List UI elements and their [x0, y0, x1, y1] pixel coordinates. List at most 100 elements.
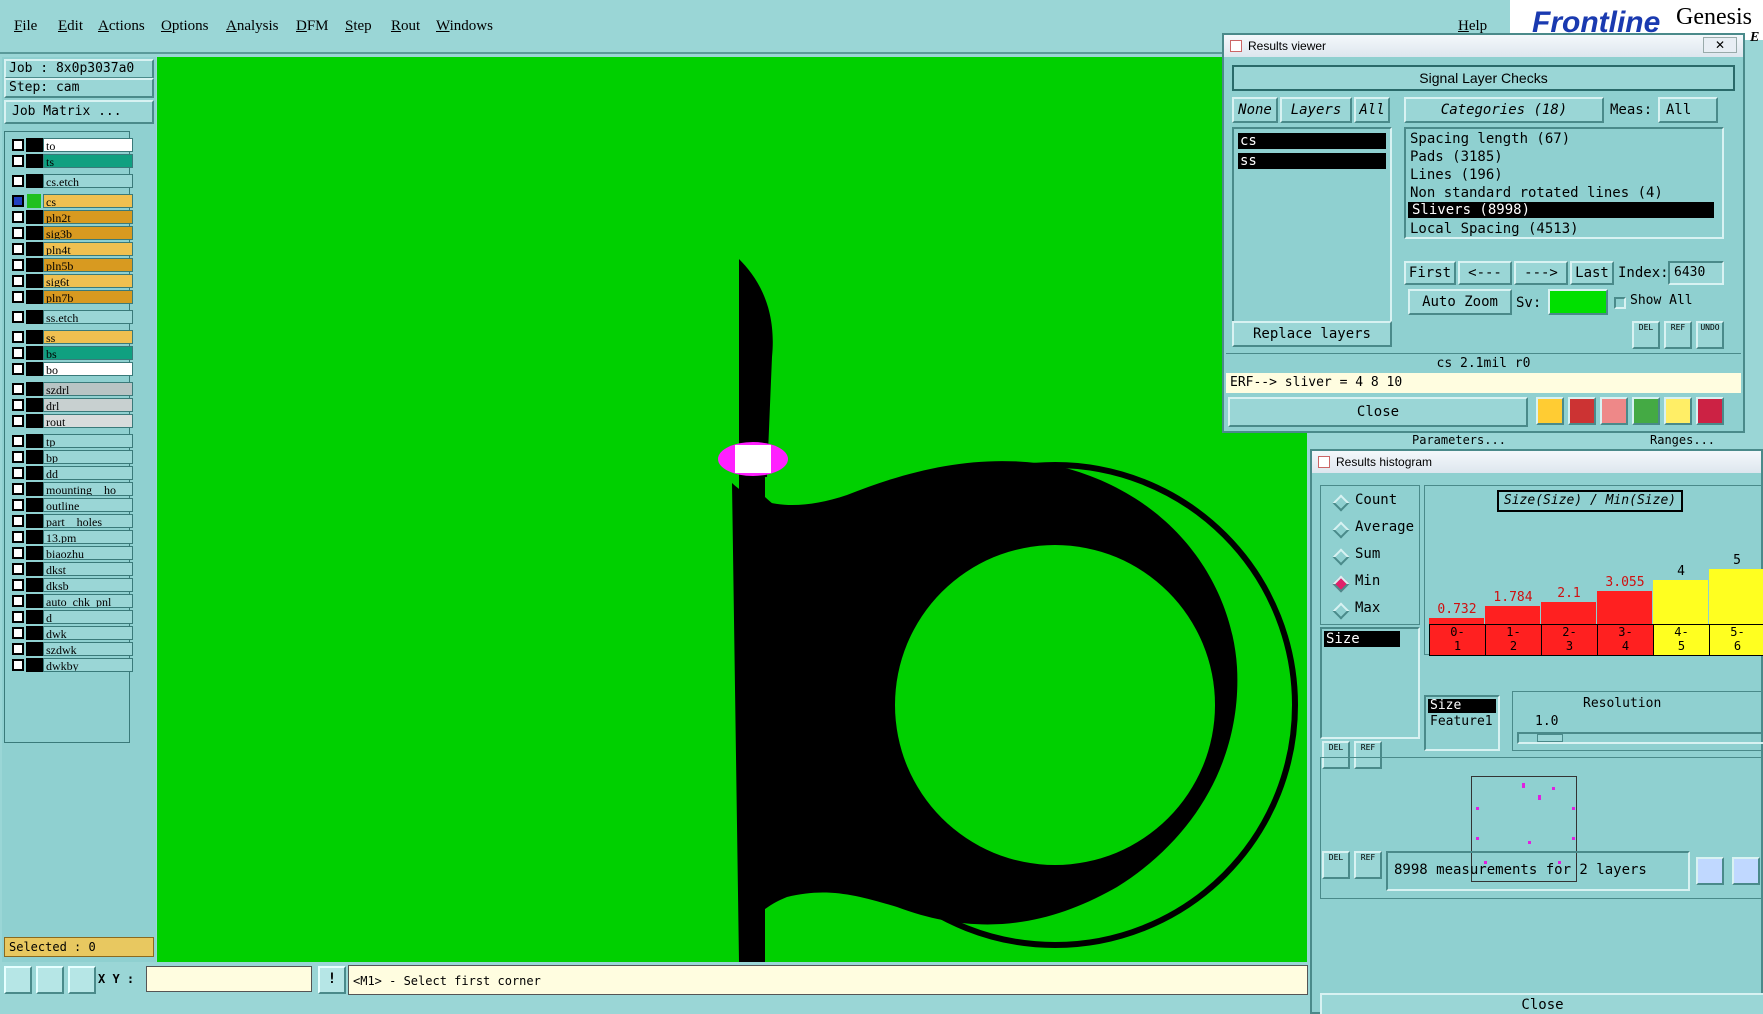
replace-layers-select[interactable]: Replace layers: [1232, 321, 1392, 347]
layer-row-drl[interactable]: drl: [9, 398, 133, 412]
xy-input[interactable]: [146, 966, 312, 992]
layer-checkbox[interactable]: [12, 563, 24, 575]
category-item[interactable]: Spacing length (67): [1406, 129, 1722, 147]
layer-checkbox[interactable]: [12, 515, 24, 527]
sum-radio[interactable]: [1332, 548, 1350, 566]
layer-name[interactable]: szdwk: [43, 642, 133, 656]
layer-name[interactable]: part__holes: [43, 514, 133, 528]
slider-handle[interactable]: [1537, 734, 1563, 742]
categories-button[interactable]: Categories (18): [1404, 97, 1604, 123]
resolution-slider[interactable]: [1517, 732, 1763, 744]
count-radio[interactable]: [1332, 494, 1350, 512]
average-radio[interactable]: [1332, 521, 1350, 539]
layer-row-sig3b[interactable]: sig3b: [9, 226, 133, 240]
feature-item[interactable]: Feature1: [1428, 715, 1496, 729]
layer-checkbox[interactable]: [12, 311, 24, 323]
layer-name[interactable]: dkst: [43, 562, 133, 576]
layer-row-bo[interactable]: bo: [9, 362, 133, 376]
layer-name[interactable]: sig6t: [43, 274, 133, 288]
attribute-list[interactable]: Size: [1320, 627, 1420, 739]
layer-name[interactable]: drl: [43, 398, 133, 412]
layer-row-tp[interactable]: tp: [9, 434, 133, 448]
layer-row-bp[interactable]: bp: [9, 450, 133, 464]
ref-icon[interactable]: REF: [1354, 851, 1382, 879]
layer-row-rout[interactable]: rout: [9, 414, 133, 428]
layer-name[interactable]: dksb: [43, 578, 133, 592]
layer-name[interactable]: rout: [43, 414, 133, 428]
layer-checkbox[interactable]: [12, 451, 24, 463]
sv-color-select[interactable]: [1548, 289, 1608, 315]
layer-checkbox[interactable]: [12, 275, 24, 287]
layer-name[interactable]: ss: [43, 330, 133, 344]
prev-button[interactable]: <---: [1458, 261, 1512, 285]
layer-checkbox[interactable]: [12, 659, 24, 671]
layer-checkbox[interactable]: [12, 531, 24, 543]
attribute-item[interactable]: Size: [1324, 631, 1400, 647]
category-item[interactable]: Lines (196): [1406, 165, 1722, 183]
layer-name[interactable]: dwkby: [43, 658, 133, 672]
layer-result-item[interactable]: ss: [1238, 153, 1386, 169]
layer-checkbox[interactable]: [12, 579, 24, 591]
layer-result-item[interactable]: cs: [1238, 133, 1386, 149]
layer-checkbox[interactable]: [12, 547, 24, 559]
del-icon[interactable]: DEL: [1322, 851, 1350, 879]
category-item[interactable]: Non standard rotated lines (4): [1406, 183, 1722, 201]
layer-name[interactable]: dd: [43, 466, 133, 480]
layer-name[interactable]: cs: [43, 194, 133, 208]
layer-name[interactable]: bp: [43, 450, 133, 464]
layer-row-dd[interactable]: dd: [9, 466, 133, 480]
close-icon[interactable]: ✕: [1703, 37, 1737, 53]
layer-checkbox[interactable]: [12, 243, 24, 255]
layer-checkbox[interactable]: [12, 211, 24, 223]
auto-zoom-select[interactable]: Auto Zoom: [1408, 289, 1512, 315]
export-icon[interactable]: [1632, 397, 1660, 425]
last-button[interactable]: Last: [1570, 261, 1614, 285]
layer-checkbox[interactable]: [12, 195, 24, 207]
layer-row-sig6t[interactable]: sig6t: [9, 274, 133, 288]
ref-icon[interactable]: REF: [1664, 321, 1692, 349]
histogram-bar[interactable]: [1597, 591, 1652, 626]
layer-row-szdwk[interactable]: szdwk: [9, 642, 133, 656]
max-radio[interactable]: [1332, 602, 1350, 620]
layer-name[interactable]: 13.pm: [43, 530, 133, 544]
meas-select[interactable]: All: [1658, 97, 1718, 123]
menu-options[interactable]: Options: [161, 18, 209, 35]
layer-row-dksb[interactable]: dksb: [9, 578, 133, 592]
layer-row-cs-etch[interactable]: cs.etch: [9, 174, 133, 188]
all-button[interactable]: All: [1354, 97, 1390, 123]
index-input[interactable]: 6430: [1668, 261, 1724, 285]
menu-windows[interactable]: Windows: [436, 18, 493, 35]
layer-row-pln5b[interactable]: pln5b: [9, 258, 133, 272]
layer-row-bs[interactable]: bs: [9, 346, 133, 360]
measure-icon[interactable]: [36, 966, 64, 994]
layer-name[interactable]: mounting__ho: [43, 482, 133, 496]
layer-row-outline[interactable]: outline: [9, 498, 133, 512]
undo-icon[interactable]: UNDO: [1696, 321, 1724, 349]
layer-checkbox[interactable]: [12, 435, 24, 447]
graphics-canvas[interactable]: [157, 57, 1307, 962]
layer-name[interactable]: to: [43, 138, 133, 152]
categories-list[interactable]: Spacing length (67) Pads (3185) Lines (1…: [1404, 127, 1724, 239]
layer-checkbox[interactable]: [12, 627, 24, 639]
close-button[interactable]: Close: [1228, 397, 1528, 427]
show-all-checkbox[interactable]: [1614, 297, 1626, 309]
layer-name[interactable]: d: [43, 610, 133, 624]
menu-edit[interactable]: Edit: [58, 18, 83, 35]
layers-button[interactable]: Layers: [1280, 97, 1352, 123]
menu-rout[interactable]: Rout: [391, 18, 420, 35]
layer-name[interactable]: szdrl: [43, 382, 133, 396]
layer-name[interactable]: auto_chk_pnl: [43, 594, 133, 608]
layer-checkbox[interactable]: [12, 467, 24, 479]
layer-row-szdrl[interactable]: szdrl: [9, 382, 133, 396]
layer-name[interactable]: tp: [43, 434, 133, 448]
layer-row-part--holes[interactable]: part__holes: [9, 514, 133, 528]
snap-icon[interactable]: [4, 966, 32, 994]
layer-checkbox[interactable]: [12, 139, 24, 151]
feature-list[interactable]: Size Feature1: [1424, 695, 1500, 751]
histogram-bar[interactable]: [1541, 602, 1596, 626]
layer-row-ts[interactable]: ts: [9, 154, 133, 168]
menu-dfm[interactable]: DFM: [296, 18, 329, 35]
layer-name[interactable]: ss.etch: [43, 310, 133, 324]
category-item[interactable]: Pads (3185): [1406, 147, 1722, 165]
layer-checkbox[interactable]: [12, 363, 24, 375]
